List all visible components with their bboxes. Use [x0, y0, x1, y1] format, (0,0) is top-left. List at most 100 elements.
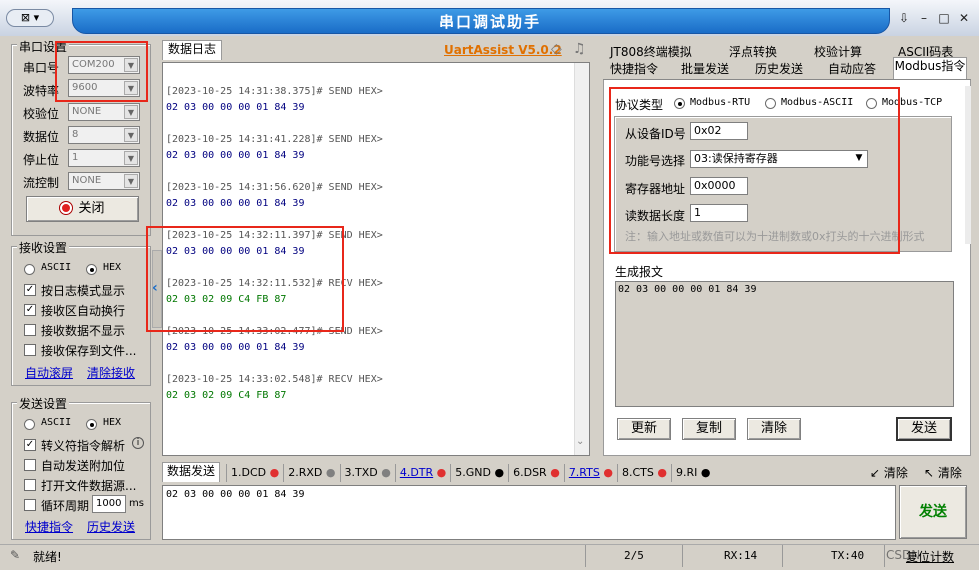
signal-dcd[interactable]: 1.DCD ●: [226, 464, 283, 482]
log-header: [2023-10-25 14:31:56.620]# SEND HEX>: [166, 182, 383, 193]
databits-label: 数据位: [23, 130, 60, 144]
recv-option-label: 接收区自动换行: [41, 304, 126, 318]
maximize-button[interactable]: □: [935, 10, 953, 27]
flow-label: 流控制: [23, 176, 60, 190]
shortcut-cmd-link[interactable]: 快捷指令: [25, 518, 73, 535]
databits-value: 8: [72, 129, 79, 140]
tab-jt808[interactable]: JT808终端模拟: [610, 43, 692, 60]
cycle-label: 循环周期: [41, 499, 90, 513]
send-option-checkbox[interactable]: ✓: [24, 439, 36, 451]
send-option-checkbox[interactable]: [24, 459, 36, 471]
cycle-unit: ms: [129, 498, 144, 509]
tab-float-convert[interactable]: 浮点转换: [729, 43, 777, 60]
signal-label: 6.DSR: [513, 466, 547, 479]
stopbits-label: 停止位: [23, 153, 60, 167]
recv-option-label: 接收数据不显示: [41, 324, 126, 338]
send-ascii-radio[interactable]: [24, 419, 35, 430]
result-box[interactable]: [615, 281, 954, 407]
modbus-scrollbar[interactable]: [965, 86, 971, 244]
send-option-checkbox[interactable]: [24, 479, 36, 491]
flow-dropdown-icon: ▼: [124, 174, 138, 188]
dot-icon: ●: [494, 466, 505, 479]
system-menu-icon[interactable]: ⊠ ▾: [6, 9, 54, 27]
system-menu-arrow: ▾: [33, 11, 40, 24]
clear-all-button[interactable]: ↖ 清除: [924, 464, 962, 481]
tab-modbus[interactable]: Modbus指令: [893, 57, 967, 79]
parity-dropdown-icon: ▼: [124, 105, 138, 119]
clear-result-button[interactable]: 清除: [747, 418, 801, 440]
clear-send-label: 清除: [883, 466, 908, 480]
tab-data-log[interactable]: 数据日志: [162, 40, 222, 60]
signal-cts[interactable]: 8.CTS ●: [616, 464, 671, 482]
dot-icon: ●: [657, 466, 667, 479]
clear-receive-link[interactable]: 清除接收: [87, 364, 135, 381]
send-ascii-label: ASCII: [41, 417, 72, 428]
signal-label: 2.RXD: [288, 466, 323, 479]
dot-icon: ●: [325, 466, 336, 479]
signal-label: 5.GND: [455, 466, 491, 479]
stopbits-select[interactable]: 1 ▼: [68, 149, 140, 167]
status-divider: [782, 545, 783, 567]
receive-hex-radio[interactable]: [86, 264, 97, 275]
send-button[interactable]: 发送: [899, 485, 967, 539]
minimize-button[interactable]: –: [915, 10, 933, 27]
log-data: 02 03 00 00 00 01 84 39: [166, 102, 305, 113]
pin-icon[interactable]: ⇩: [895, 10, 913, 27]
send-hex-radio[interactable]: [86, 419, 97, 430]
bell-icon[interactable]: ♫: [573, 41, 586, 57]
dot-icon: ●: [550, 466, 560, 479]
recv-option-checkbox[interactable]: [24, 344, 36, 356]
brand-link[interactable]: UartAssist V5.0.2: [444, 43, 562, 57]
info-icon[interactable]: i: [132, 437, 144, 449]
signal-rts[interactable]: 7.RTS ●: [563, 464, 617, 482]
tab-data-send[interactable]: 数据发送: [162, 462, 220, 482]
dot-icon: ●: [436, 466, 447, 479]
tab-auto-reply[interactable]: 自动应答: [828, 60, 876, 77]
tab-batch-send[interactable]: 批量发送: [681, 60, 729, 77]
window-title: 串口调试助手: [438, 13, 541, 31]
signal-label: 7.RTS: [568, 466, 600, 479]
close-port-label: 关闭: [78, 201, 105, 216]
modbus-send-button[interactable]: 发送: [896, 417, 952, 441]
copy-button[interactable]: 复制: [682, 418, 736, 440]
tab-history-send[interactable]: 历史发送: [755, 60, 803, 77]
signal-gnd[interactable]: 5.GND ●: [450, 464, 508, 482]
cycle-input[interactable]: 1000: [92, 495, 126, 513]
signal-txd[interactable]: 3.TXD ●: [339, 464, 395, 482]
cycle-checkbox[interactable]: [24, 499, 36, 511]
log-scrollbar[interactable]: [574, 63, 589, 455]
port-status-icon: [60, 202, 73, 214]
reset-count-link[interactable]: 复位计数: [906, 548, 954, 565]
tab-shortcut-cmd[interactable]: 快捷指令: [610, 60, 658, 77]
flow-select[interactable]: NONE ▼: [68, 172, 140, 190]
update-button[interactable]: 更新: [617, 418, 671, 440]
tab-checksum[interactable]: 校验计算: [814, 43, 862, 60]
clear-all-label: 清除: [937, 466, 962, 480]
close-window-button[interactable]: ✕: [955, 10, 973, 27]
signal-ri[interactable]: 9.RI ●: [670, 464, 715, 482]
history-send-link[interactable]: 历史发送: [87, 518, 135, 535]
databits-select[interactable]: 8 ▼: [68, 126, 140, 144]
auto-scroll-link[interactable]: 自动滚屏: [25, 364, 73, 381]
signal-rxd[interactable]: 2.RXD ●: [283, 464, 339, 482]
send-option-label: 打开文件数据源...: [41, 479, 137, 493]
receive-hex-label: HEX: [103, 262, 122, 273]
receive-ascii-radio[interactable]: [24, 264, 35, 275]
right-tab-bar: JT808终端模拟 浮点转换 校验计算 ASCII码表 快捷指令 批量发送 历史…: [598, 40, 974, 80]
signal-label: 1.DCD: [231, 466, 267, 479]
log-data: 02 03 00 00 00 01 84 39: [166, 198, 305, 209]
parity-select[interactable]: NONE ▼: [68, 103, 140, 121]
log-entry: [2023-10-25 14:31:38.375]# SEND HEX> 02 0…: [166, 84, 571, 132]
log-data: 02 03 02 09 C4 FB 87: [166, 390, 287, 401]
signal-dsr[interactable]: 6.DSR ●: [508, 464, 564, 482]
recv-option-checkbox[interactable]: ✓: [24, 304, 36, 316]
recv-option-checkbox[interactable]: ✓: [24, 284, 36, 296]
diamond-icon[interactable]: ◇: [551, 41, 562, 57]
recv-option-checkbox[interactable]: [24, 324, 36, 336]
clear-send-button[interactable]: ↙ 清除: [870, 464, 908, 481]
close-port-button[interactable]: 关闭: [26, 196, 139, 222]
scroll-down-icon[interactable]: ⌄: [576, 436, 584, 447]
clear-up-icon: ↖: [924, 466, 935, 480]
signal-dtr[interactable]: 4.DTR ●: [394, 464, 450, 482]
stopbits-value: 1: [72, 152, 79, 163]
